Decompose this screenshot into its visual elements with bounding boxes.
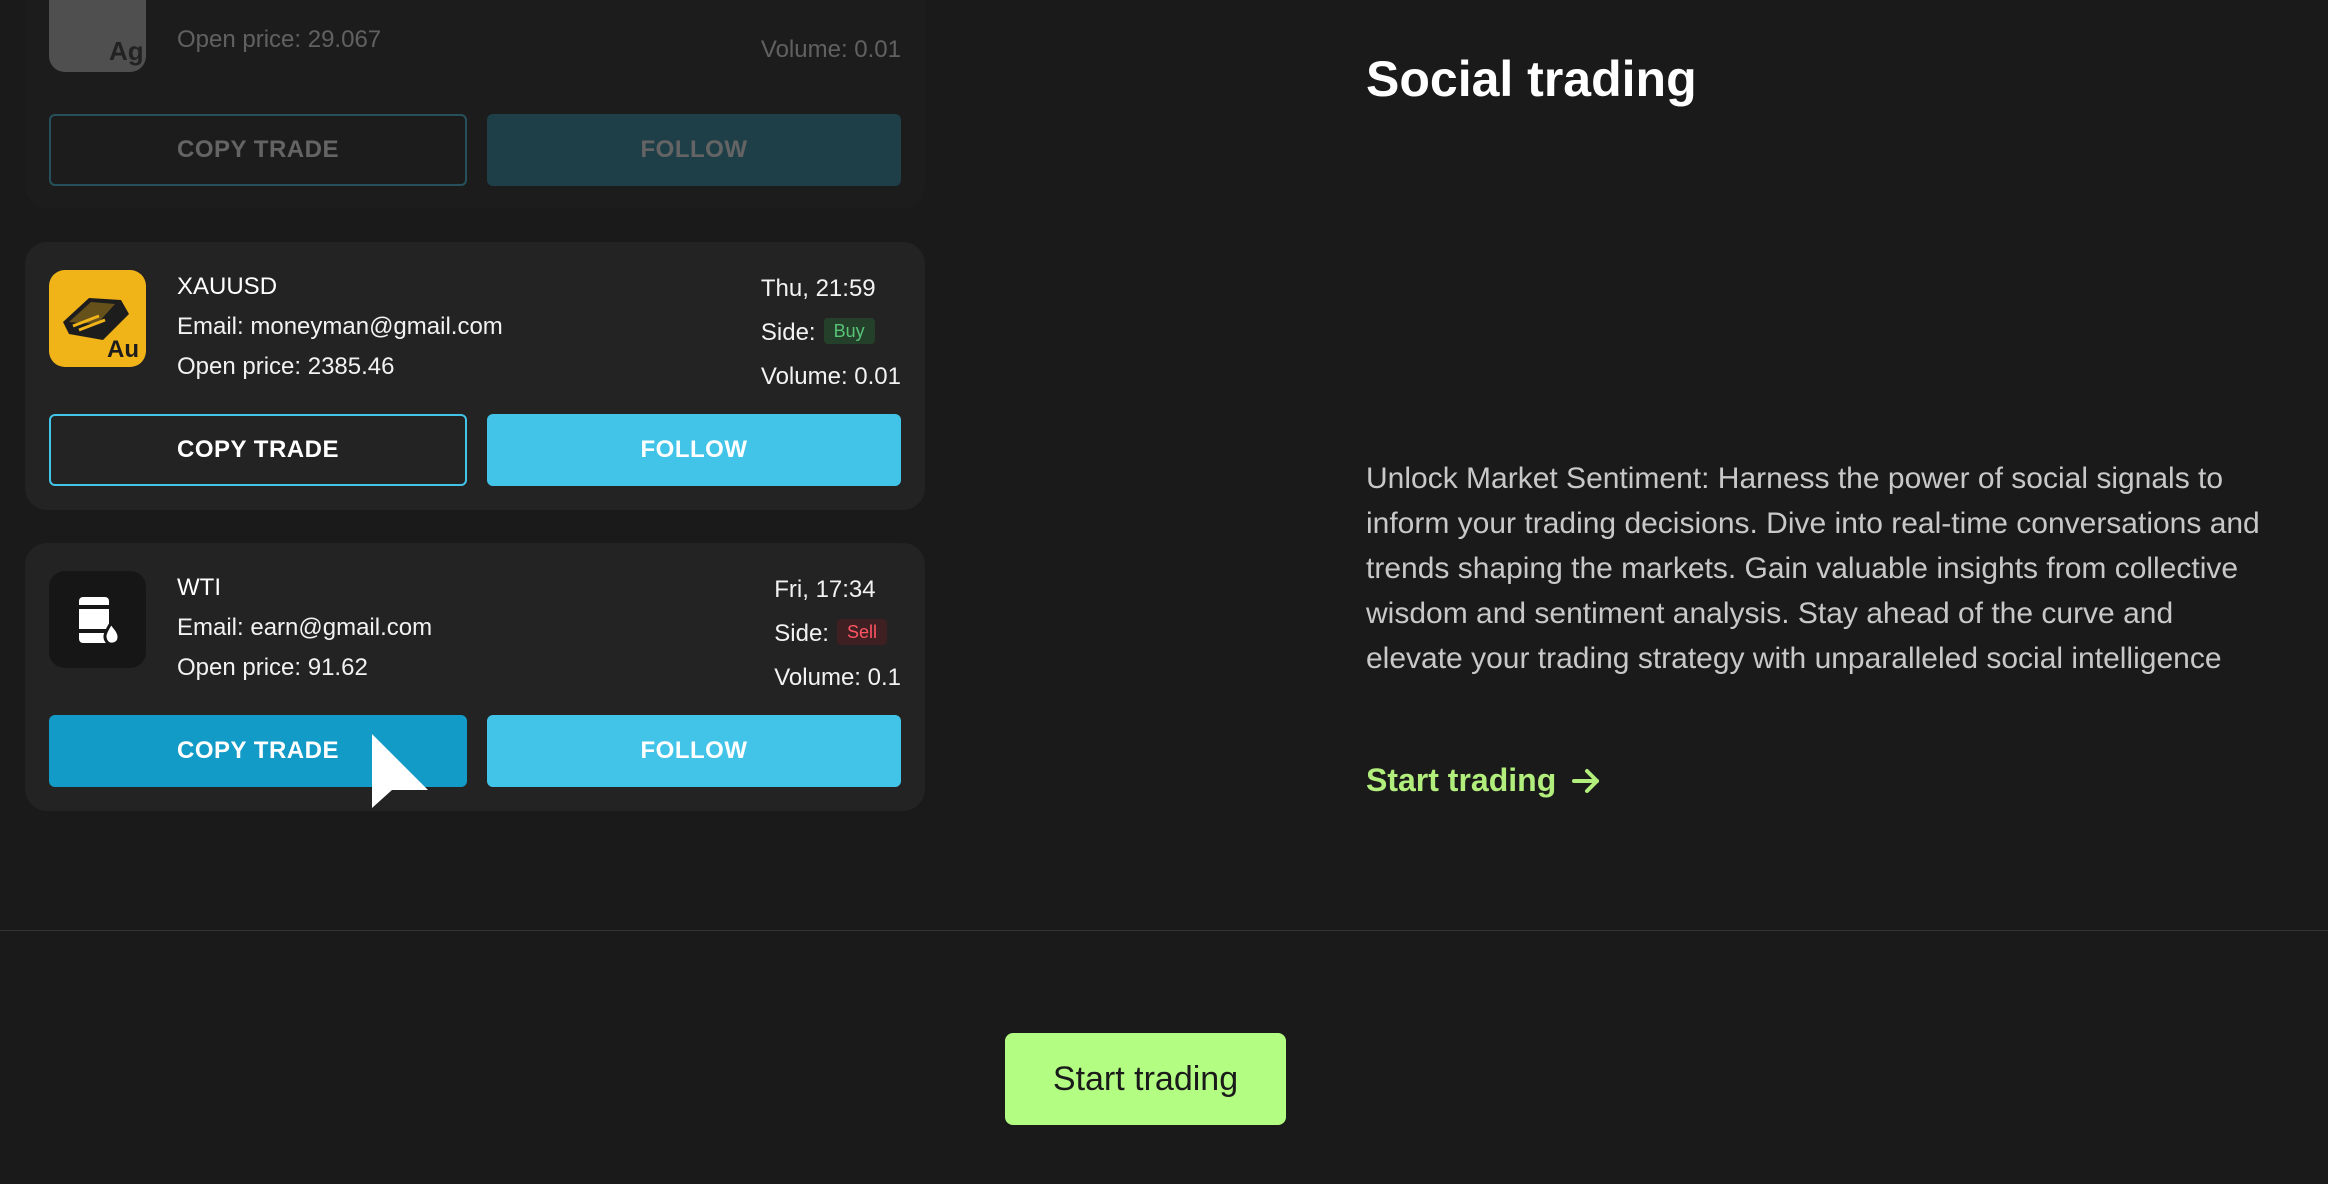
icon-text: Ag <box>109 36 144 66</box>
start-trading-link[interactable]: Start trading <box>1366 762 1602 799</box>
volume: Volume: 0.1 <box>774 664 901 691</box>
open-price: Open price: 29.067 <box>177 26 382 53</box>
trade-card: Ag Open price: 29.067 Volume: 0.01 COPY … <box>25 0 925 208</box>
section-divider <box>0 930 2328 931</box>
section-title: Social trading <box>1366 51 1697 107</box>
follow-button[interactable]: FOLLOW <box>487 715 901 787</box>
gold-bar-icon: Au <box>49 270 146 367</box>
icon-text: Au <box>107 336 139 363</box>
section-description: Unlock Market Sentiment: Harness the pow… <box>1366 462 2260 675</box>
volume: Volume: 0.01 <box>760 363 901 390</box>
trade-card: Au XAUUSD Email: moneyman@gmail.com Open… <box>25 242 925 510</box>
follow-button[interactable]: FOLLOW <box>487 114 901 186</box>
open-price: Open price: 91.62 <box>177 654 368 681</box>
follow-button[interactable]: FOLLOW <box>487 414 901 486</box>
volume: Volume: 0.01 <box>760 36 901 63</box>
copy-trade-button[interactable]: COPY TRADE <box>49 414 467 486</box>
status-badge: Buy <box>823 318 875 344</box>
trade-date: Thu, 21:59 <box>760 275 876 302</box>
side-label: Side: <box>760 319 816 346</box>
trade-card: WTI Email: earn@gmail.com Open price: 91… <box>25 543 925 811</box>
arrow-right-icon <box>1572 768 1600 793</box>
trader-email: Email: moneyman@gmail.com <box>177 313 503 340</box>
trader-email: Email: earn@gmail.com <box>177 614 433 641</box>
start-trading-link-label: Start trading <box>1366 762 1557 798</box>
mouse-cursor-icon <box>372 734 428 808</box>
trade-symbol: WTI <box>177 574 221 601</box>
oil-barrel-icon <box>49 571 146 668</box>
silver-icon: Ag <box>49 0 146 72</box>
open-price: Open price: 2385.46 <box>177 353 395 380</box>
start-trading-button[interactable]: Start trading <box>1005 1033 1286 1125</box>
trade-date: Fri, 17:34 <box>774 576 876 603</box>
trade-symbol: XAUUSD <box>177 273 278 300</box>
status-badge: Sell <box>836 619 887 645</box>
side-label: Side: <box>774 620 829 647</box>
copy-trade-button[interactable]: COPY TRADE <box>49 114 467 186</box>
